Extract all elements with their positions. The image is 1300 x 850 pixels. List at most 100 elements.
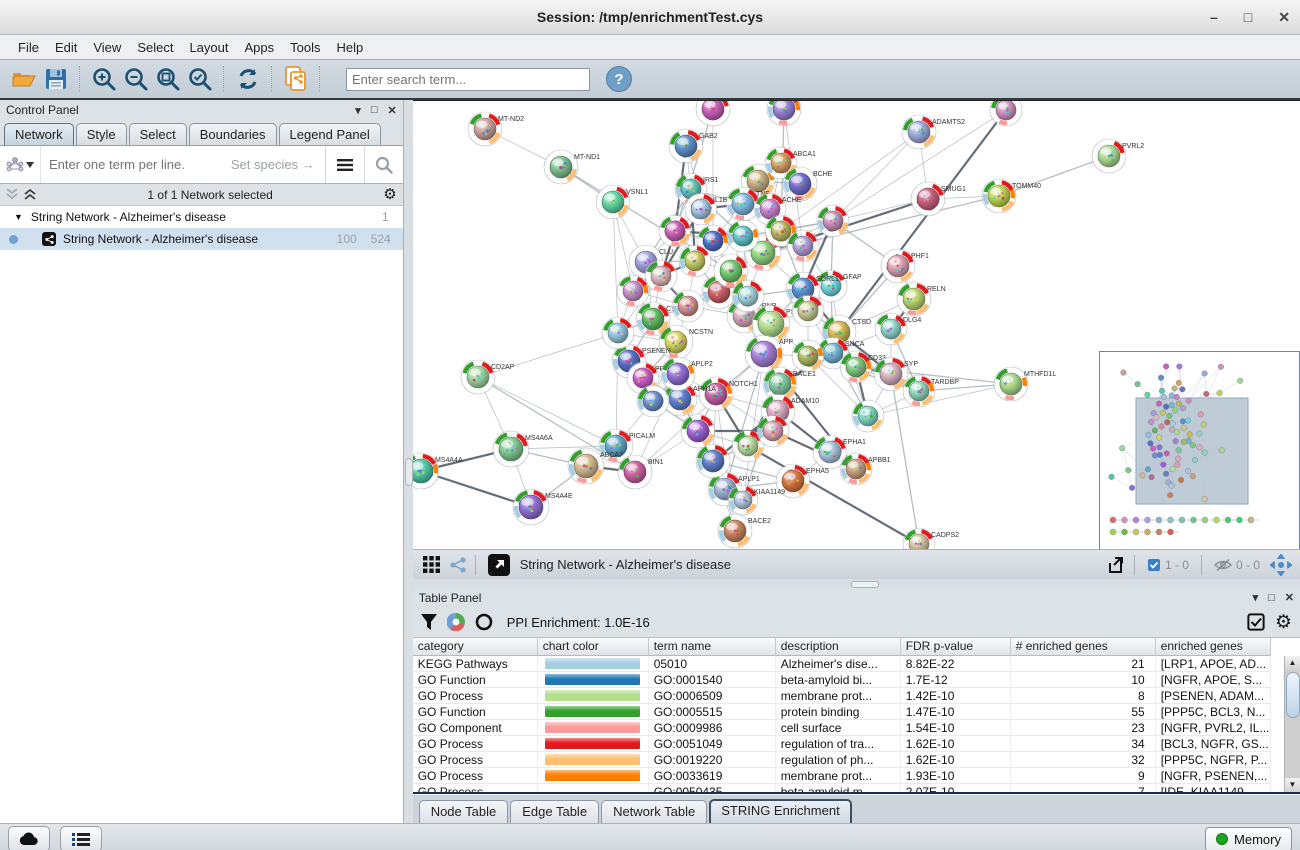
network-node[interactable]: KIAA1149 xyxy=(728,485,785,515)
column-header-term-name[interactable]: term name xyxy=(649,638,776,656)
table-row[interactable]: GO ComponentGO:0009986cell surface1.54E-… xyxy=(413,720,1300,736)
panel-collapse-icon[interactable]: ▾ xyxy=(1253,591,1259,604)
network-node[interactable]: MT-ND2 xyxy=(468,112,524,146)
panel-float-icon[interactable]: □ xyxy=(1268,592,1275,604)
refresh-button[interactable] xyxy=(232,64,264,94)
horizontal-splitter[interactable] xyxy=(413,579,1300,588)
clone-network-button[interactable] xyxy=(280,64,312,94)
panel-collapse-icon[interactable]: ▾ xyxy=(355,104,361,117)
tab-style[interactable]: Style xyxy=(76,123,127,145)
network-node[interactable]: BCHE xyxy=(783,167,833,201)
network-node[interactable]: ABCA7 xyxy=(568,448,623,484)
network-node[interactable] xyxy=(659,215,691,247)
table-row[interactable]: GO FunctionGO:0005515protein binding1.47… xyxy=(413,704,1300,720)
network-node[interactable]: MS4A6A xyxy=(493,431,553,467)
tab-select[interactable]: Select xyxy=(129,123,187,145)
menu-file[interactable]: File xyxy=(10,38,47,57)
network-node[interactable]: IL1B xyxy=(685,193,728,225)
network-node[interactable]: DLG4 xyxy=(875,313,921,345)
menu-view[interactable]: View xyxy=(85,38,129,57)
export-network-button[interactable] xyxy=(1104,553,1130,577)
grid-view-button[interactable] xyxy=(419,553,445,577)
cloud-tasks-button[interactable] xyxy=(8,826,50,850)
select-all-checkbox-icon[interactable] xyxy=(1247,613,1265,631)
network-node[interactable]: APP xyxy=(745,335,793,373)
menu-layout[interactable]: Layout xyxy=(181,38,236,57)
network-node[interactable]: SMUG1 xyxy=(911,182,966,216)
close-button[interactable]: ✕ xyxy=(1278,10,1290,24)
tab-legend-panel[interactable]: Legend Panel xyxy=(279,123,381,145)
network-node[interactable]: MS4A4A xyxy=(413,453,463,489)
network-node[interactable] xyxy=(681,414,715,448)
gear-icon[interactable]: ⚙ xyxy=(383,187,396,202)
table-row[interactable]: GO ProcessGO:0051049regulation of tra...… xyxy=(413,736,1300,752)
scrollbar-thumb[interactable] xyxy=(1286,672,1300,718)
network-node[interactable]: BACE2 xyxy=(718,514,771,548)
table-scrollbar[interactable]: ▲ ▼ xyxy=(1284,656,1300,792)
tab-network-table[interactable]: Network Table xyxy=(601,800,707,823)
network-collection-row[interactable]: ▼ String Network - Alzheimer's disease 1 xyxy=(0,206,403,228)
save-session-button[interactable] xyxy=(40,64,72,94)
scroll-down-button[interactable]: ▼ xyxy=(1285,778,1300,792)
network-node[interactable] xyxy=(787,230,819,262)
panel-close-icon[interactable]: ✕ xyxy=(1285,591,1294,604)
tab-boundaries[interactable]: Boundaries xyxy=(189,123,277,145)
network-node[interactable] xyxy=(696,444,730,478)
network-node[interactable] xyxy=(792,295,824,327)
network-node[interactable]: PHF1 xyxy=(881,249,929,283)
network-node[interactable]: GAB2 xyxy=(669,129,718,163)
network-row[interactable]: String Network - Alzheimer's disease 100… xyxy=(0,228,403,250)
network-node[interactable]: CADPS2 xyxy=(903,528,959,551)
set-species-hint[interactable]: Set species → xyxy=(231,157,325,172)
network-node[interactable] xyxy=(645,260,677,292)
network-node[interactable]: MT-ND1 xyxy=(544,150,600,184)
splitter-grip[interactable] xyxy=(405,458,413,486)
task-history-button[interactable] xyxy=(60,826,102,850)
panel-float-icon[interactable]: □ xyxy=(371,104,378,116)
column-header--enriched-genes[interactable]: # enriched genes xyxy=(1011,638,1156,656)
chart-color-icon[interactable] xyxy=(447,613,465,631)
table-row[interactable]: GO ProcessGO:0019220regulation of ph...1… xyxy=(413,752,1300,768)
column-header-chart-color[interactable]: chart color xyxy=(538,638,649,656)
network-node[interactable] xyxy=(757,415,789,447)
menu-tools[interactable]: Tools xyxy=(282,38,328,57)
birds-eye-view[interactable] xyxy=(1099,351,1300,551)
tab-string-enrichment[interactable]: STRING Enrichment xyxy=(709,799,851,823)
tree-expand-icon[interactable]: ▼ xyxy=(14,212,23,222)
network-node[interactable] xyxy=(792,340,824,372)
network-node[interactable]: MTHFD1L xyxy=(994,367,1056,401)
vertical-splitter[interactable] xyxy=(404,100,413,823)
open-file-button[interactable] xyxy=(8,64,40,94)
network-node[interactable] xyxy=(817,205,849,237)
column-header-description[interactable]: description xyxy=(776,638,901,656)
scroll-up-button[interactable]: ▲ xyxy=(1285,656,1300,670)
zoom-selected-button[interactable] xyxy=(184,64,216,94)
zoom-fit-button[interactable] xyxy=(152,64,184,94)
table-settings-gear-icon[interactable]: ⚙ xyxy=(1275,613,1292,632)
string-options-button[interactable] xyxy=(325,146,364,183)
network-node[interactable] xyxy=(602,317,634,349)
string-protein-dropdown[interactable] xyxy=(0,146,41,183)
search-input[interactable] xyxy=(346,68,590,91)
column-header-category[interactable]: category xyxy=(413,638,538,656)
network-node[interactable]: APBB1 xyxy=(840,453,891,485)
network-node[interactable]: ADAMTS2 xyxy=(902,115,965,149)
menu-apps[interactable]: Apps xyxy=(237,38,283,57)
menu-edit[interactable]: Edit xyxy=(47,38,85,57)
menu-help[interactable]: Help xyxy=(329,38,372,57)
table-row[interactable]: GO ProcessGO:0050435beta-amyloid m...2.0… xyxy=(413,784,1300,792)
network-node[interactable] xyxy=(672,290,704,322)
maximize-button[interactable]: □ xyxy=(1244,10,1252,24)
network-node[interactable] xyxy=(637,385,669,417)
tab-network[interactable]: Network xyxy=(4,123,74,145)
navigate-button[interactable] xyxy=(1268,553,1294,577)
network-node[interactable] xyxy=(990,101,1022,126)
filter-icon[interactable] xyxy=(421,614,437,630)
ring-chart-icon[interactable] xyxy=(475,613,493,631)
column-header-enriched-genes[interactable]: enriched genes xyxy=(1156,638,1271,656)
network-node[interactable] xyxy=(767,101,801,126)
network-node[interactable] xyxy=(727,220,759,252)
splitter-grip[interactable] xyxy=(851,581,879,588)
column-header-FDR-p-value[interactable]: FDR p-value xyxy=(901,638,1011,656)
network-node[interactable]: PVRL2 xyxy=(1092,139,1144,173)
